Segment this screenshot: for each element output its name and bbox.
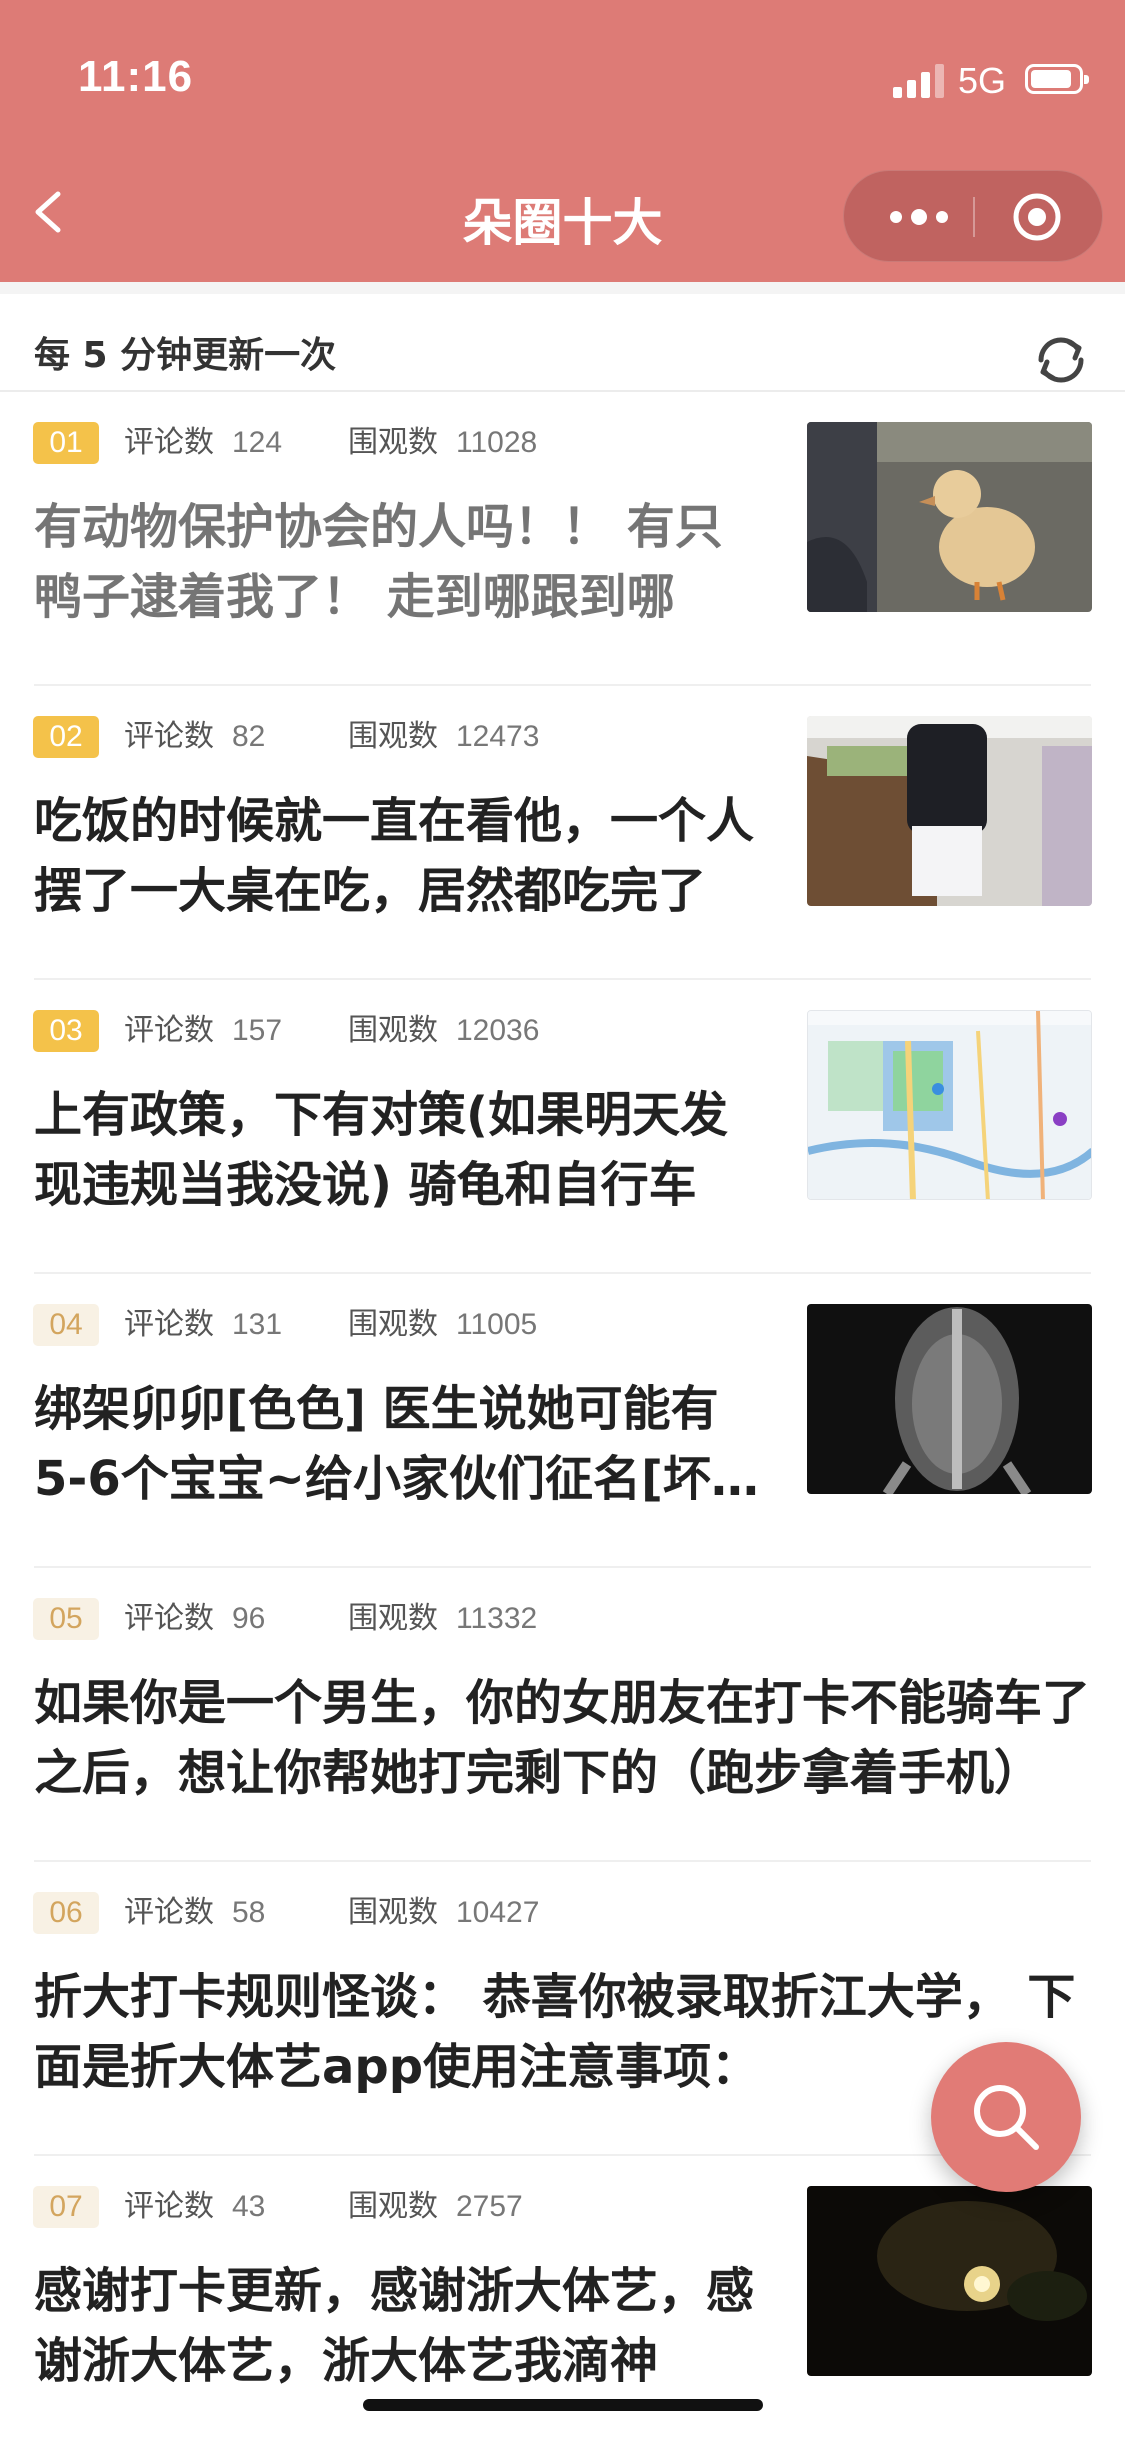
view-label: 围观数 — [348, 2189, 438, 2224]
xray-image — [807, 1304, 1092, 1494]
comment-label: 评论数 — [124, 1895, 214, 1930]
rank-badge: 06 — [33, 1892, 99, 1934]
view-count: 围观数 11005 — [348, 1304, 537, 1346]
view-count: 围观数 11332 — [348, 1598, 537, 1640]
view-label: 围观数 — [348, 425, 438, 460]
comment-value: 58 — [232, 1896, 266, 1929]
post-title[interactable]: 感谢打卡更新，感谢浙大体艺，感谢浙大体艺，浙大体艺我滴神 — [34, 2256, 770, 2396]
comment-value: 43 — [232, 2190, 266, 2223]
view-label: 围观数 — [348, 719, 438, 754]
comment-value: 82 — [232, 720, 266, 753]
post-title[interactable]: 绑架卯卯[色色] 医生说她可能有5-6个宝宝~给小家伙们征名[坏笑] — [34, 1374, 770, 1514]
post-title[interactable]: 如果你是一个男生，你的女朋友在打卡不能骑车了之后，想让你帮她打完剩下的（跑步拿着… — [34, 1668, 1094, 1808]
view-count: 围观数 12473 — [348, 716, 539, 758]
view-value: 12473 — [456, 720, 540, 753]
post-thumbnail[interactable] — [807, 2186, 1092, 2376]
list-item[interactable]: 05 评论数 96 围观数 11332 如果你是一个男生，你的女朋友在打卡不能骑车了… — [0, 1568, 1125, 1862]
list-item[interactable]: 02 评论数 82 围观数 12473 吃饭的时候就一直在看他，一个人摆了一大桌在吃… — [0, 686, 1125, 980]
post-thumbnail[interactable] — [807, 1010, 1092, 1200]
rank-badge: 03 — [33, 1010, 99, 1052]
view-count: 围观数 12036 — [348, 1010, 539, 1052]
comment-count: 评论数 157 — [124, 1010, 282, 1052]
view-count: 围观数 2757 — [348, 2186, 523, 2228]
comment-label: 评论数 — [124, 719, 214, 754]
view-value: 2757 — [456, 2190, 523, 2223]
comment-value: 157 — [232, 1014, 283, 1047]
network-label: 5G — [958, 60, 1007, 101]
comment-label: 评论数 — [124, 1601, 214, 1636]
view-count: 围观数 10427 — [348, 1892, 539, 1934]
comment-value: 124 — [232, 426, 283, 459]
rank-badge: 05 — [33, 1598, 99, 1640]
comment-count: 评论数 58 — [124, 1892, 265, 1934]
view-label: 围观数 — [348, 1601, 438, 1636]
comment-label: 评论数 — [124, 1307, 214, 1342]
view-label: 围观数 — [348, 1307, 438, 1342]
night-photo — [807, 2186, 1092, 2376]
more-dots-icon[interactable] — [884, 199, 954, 235]
view-label: 围观数 — [348, 1013, 438, 1048]
search-icon — [974, 2085, 1039, 2150]
comment-value: 131 — [232, 1308, 283, 1341]
list-item[interactable]: 04 评论数 131 围观数 11005 绑架卯卯[色色] 医生说她可能有5-6个宝… — [0, 1274, 1125, 1568]
home-indicator — [363, 2399, 763, 2411]
comment-label: 评论数 — [124, 425, 214, 460]
map-screenshot — [808, 1011, 1091, 1199]
refresh-icon[interactable] — [1031, 330, 1091, 390]
post-title[interactable]: 上有政策，下有对策(如果明天发现违规当我没说) 骑龟和自行车 — [34, 1080, 770, 1220]
duckling-photo — [807, 422, 1092, 612]
view-value: 11005 — [456, 1308, 538, 1341]
signal-icon — [893, 64, 945, 98]
list-item[interactable]: 01 评论数 124 围观数 11028 有动物保护协会的人吗！！ 有只鸭子逮着我了… — [0, 392, 1125, 686]
rank-badge: 02 — [33, 716, 99, 758]
comment-label: 评论数 — [124, 2189, 214, 2224]
view-value: 11028 — [456, 426, 538, 459]
comment-count: 评论数 43 — [124, 2186, 265, 2228]
post-title[interactable]: 吃饭的时候就一直在看他，一个人摆了一大桌在吃，居然都吃完了 — [34, 786, 770, 926]
view-value: 11332 — [456, 1602, 538, 1635]
rank-badge: 04 — [33, 1304, 99, 1346]
comment-label: 评论数 — [124, 1013, 214, 1048]
view-label: 围观数 — [348, 1895, 438, 1930]
comment-count: 评论数 124 — [124, 422, 282, 464]
battery-icon — [1025, 64, 1089, 94]
view-value: 10427 — [456, 1896, 540, 1929]
nav-header: 11:16 5G 朵圈十大 — [0, 0, 1125, 282]
list-item[interactable]: 03 评论数 157 围观数 12036 上有政策，下有对策(如果明天发现违规当我没… — [0, 980, 1125, 1274]
search-fab[interactable] — [931, 2042, 1081, 2192]
comment-count: 评论数 82 — [124, 716, 265, 758]
comment-value: 96 — [232, 1602, 266, 1635]
post-title[interactable]: 折大打卡规则怪谈： 恭喜你被录取折江大学， 下面是折大体艺app使用注意事项： — [34, 1962, 1094, 2102]
comment-count: 评论数 96 — [124, 1598, 265, 1640]
post-title[interactable]: 有动物保护协会的人吗！！ 有只鸭子逮着我了！ 走到哪跟到哪 — [34, 492, 770, 632]
post-thumbnail[interactable] — [807, 1304, 1092, 1494]
canteen-photo — [807, 716, 1092, 906]
rank-badge: 07 — [33, 2186, 99, 2228]
view-value: 12036 — [456, 1014, 540, 1047]
mini-program-capsule — [843, 170, 1103, 262]
post-thumbnail[interactable] — [807, 716, 1092, 906]
rank-badge: 01 — [33, 422, 99, 464]
comment-count: 评论数 131 — [124, 1304, 282, 1346]
update-bar: 每 5 分钟更新一次 — [0, 282, 1125, 392]
view-count: 围观数 11028 — [348, 422, 537, 464]
update-interval-text: 每 5 分钟更新一次 — [34, 335, 337, 376]
capsule-divider — [973, 197, 975, 237]
post-thumbnail[interactable] — [807, 422, 1092, 612]
target-circle-icon[interactable] — [1012, 192, 1062, 242]
status-time: 11:16 — [78, 52, 194, 101]
